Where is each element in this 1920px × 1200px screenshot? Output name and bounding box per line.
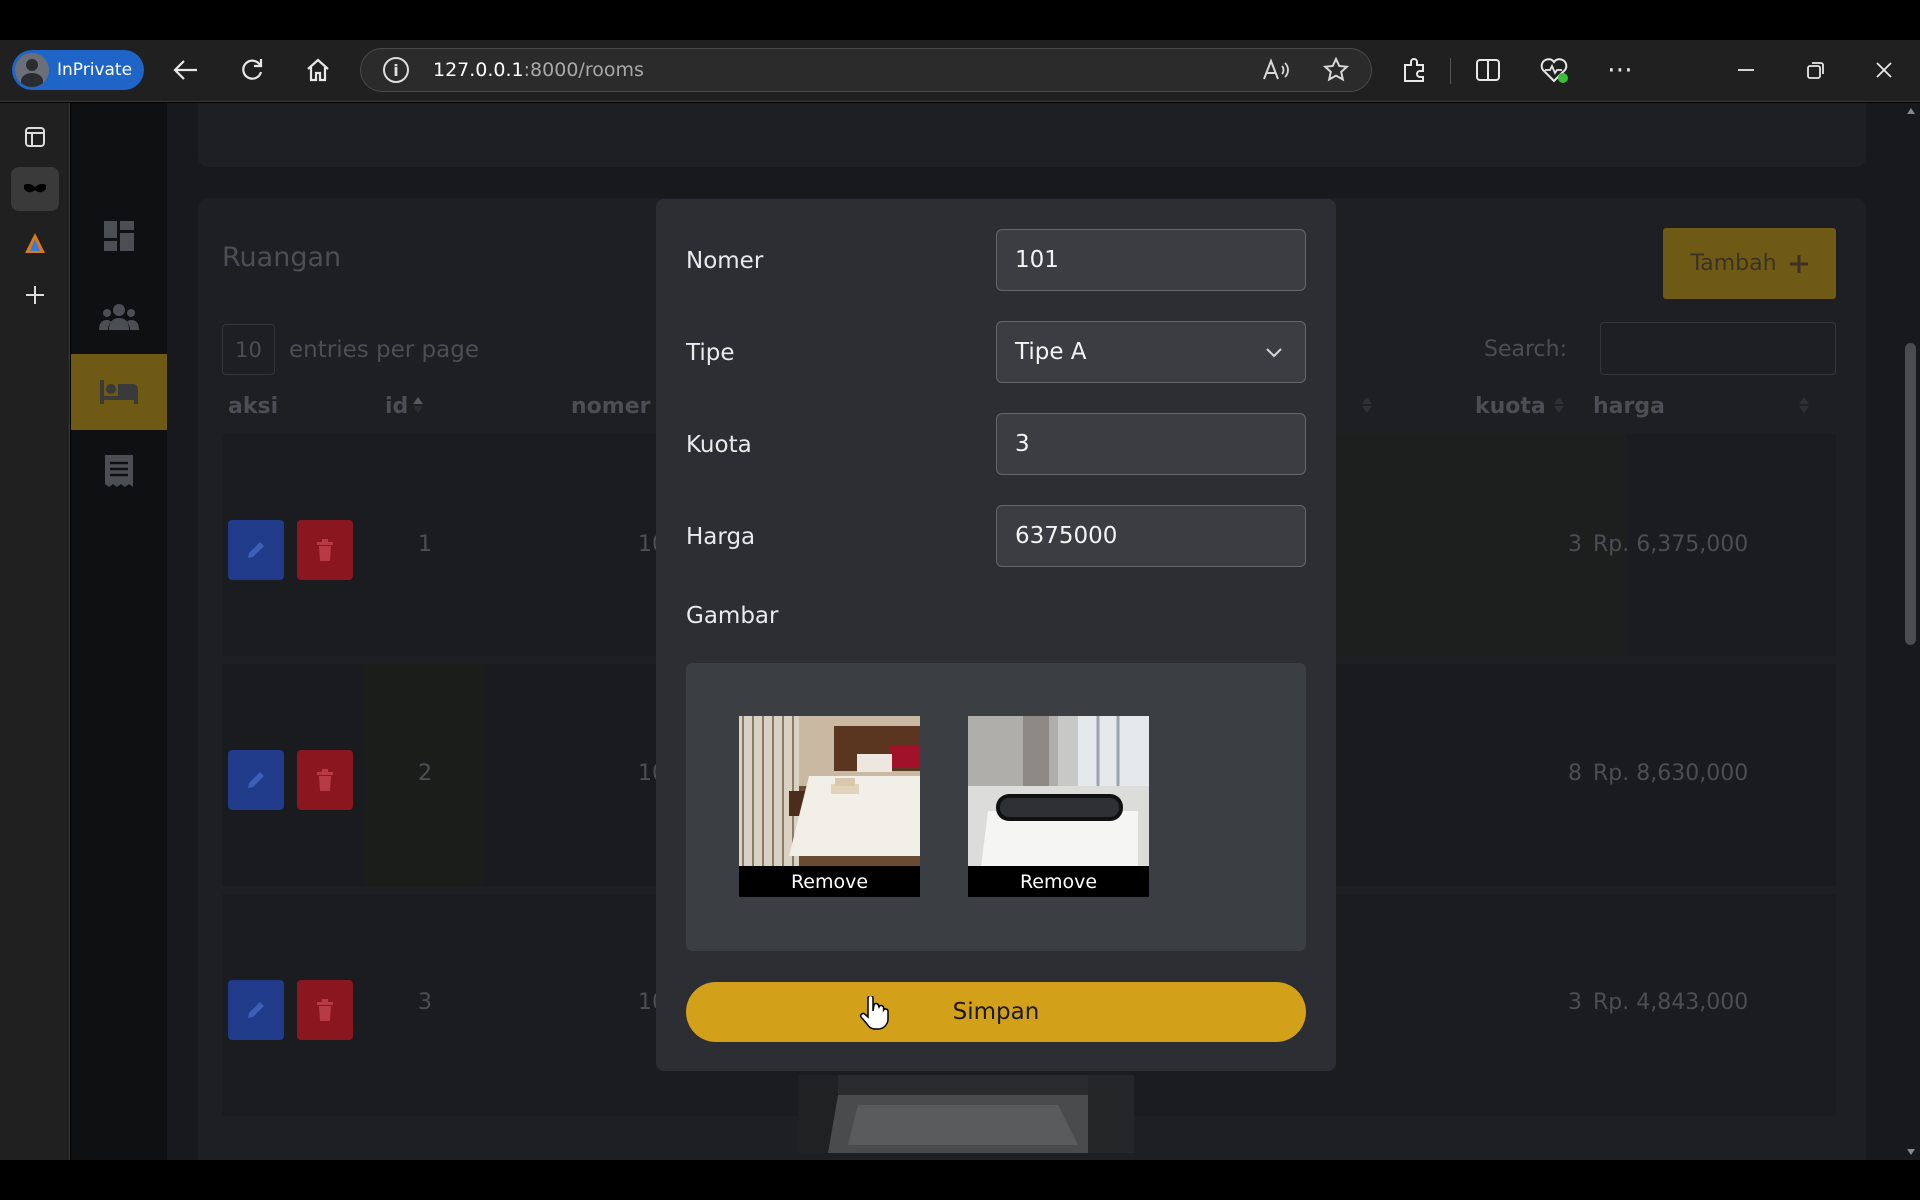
url-path: :8000/rooms <box>523 59 644 81</box>
trash-icon <box>317 769 333 791</box>
image-gallery: Remove Remove <box>686 663 1306 951</box>
window-top-strip <box>0 0 1920 40</box>
url-host: 127.0.0.1 <box>433 59 524 81</box>
add-button-label: Tambah <box>1690 251 1777 276</box>
profile-avatar-icon <box>15 53 49 87</box>
column-header-id[interactable]: id <box>385 394 408 419</box>
home-icon[interactable] <box>300 52 336 88</box>
row-kuota: 3 <box>1568 990 1582 1015</box>
kuota-input[interactable]: 3 <box>996 413 1306 475</box>
column-header-nomer[interactable]: nomer <box>571 394 650 419</box>
sort-icon <box>1553 396 1565 418</box>
sort-asc-icon <box>412 396 424 418</box>
row-id: 3 <box>418 990 432 1015</box>
row-harga: Rp. 4,843,000 <box>1593 990 1749 1015</box>
favorite-star-icon[interactable] <box>1318 52 1354 88</box>
entries-per-page-select[interactable]: 10 <box>222 324 275 375</box>
bed-icon <box>100 380 138 404</box>
browser-essentials-icon[interactable] <box>1536 52 1572 88</box>
pencil-icon <box>248 542 264 558</box>
app-sidebar <box>71 103 167 1160</box>
row-id: 2 <box>418 761 432 786</box>
tab-app-logo-icon[interactable] <box>11 221 59 265</box>
plus-icon <box>1789 254 1808 273</box>
remove-image-button[interactable]: Remove <box>739 866 920 897</box>
room-photo <box>798 1075 1134 1153</box>
trash-icon <box>317 539 333 561</box>
scrollbar-thumb[interactable] <box>1905 343 1916 645</box>
page-title: Ruangan <box>222 242 342 273</box>
split-screen-icon[interactable] <box>1470 52 1506 88</box>
room-image-thumbnail: Remove <box>968 716 1149 897</box>
edge-sidebar <box>0 103 70 1160</box>
gambar-label: Gambar <box>686 603 779 629</box>
sort-icon <box>1361 396 1373 418</box>
edit-button[interactable] <box>228 750 284 810</box>
edit-button[interactable] <box>228 980 284 1040</box>
site-info-icon[interactable]: i <box>383 57 409 83</box>
delete-button[interactable] <box>297 750 353 810</box>
trash-icon <box>317 999 333 1021</box>
search-input[interactable] <box>1600 322 1836 375</box>
harga-input[interactable]: 6375000 <box>996 505 1306 567</box>
address-bar[interactable]: i 127.0.0.1:8000/rooms <box>360 48 1372 92</box>
column-header-aksi[interactable]: aksi <box>228 394 278 419</box>
nav-rooms[interactable] <box>71 354 167 430</box>
tab-actions-icon[interactable] <box>11 115 59 159</box>
tipe-select[interactable]: Tipe A <box>996 321 1306 383</box>
nav-bookings[interactable] <box>71 433 167 509</box>
receipt-icon <box>105 455 133 487</box>
row-id: 1 <box>418 532 432 557</box>
harga-label: Harga <box>686 524 756 550</box>
delete-button[interactable] <box>297 520 353 580</box>
tab-mask-icon[interactable] <box>11 167 59 211</box>
edit-button[interactable] <box>228 520 284 580</box>
tipe-label: Tipe <box>686 340 735 366</box>
nomer-input[interactable]: 101 <box>996 229 1306 291</box>
nomer-label: Nomer <box>686 248 764 274</box>
top-card <box>198 103 1866 167</box>
search-label: Search: <box>1484 337 1567 362</box>
extensions-icon[interactable] <box>1396 52 1432 88</box>
minimize-icon[interactable] <box>1728 52 1764 88</box>
entries-label: entries per page <box>289 337 479 363</box>
row-kuota: 3 <box>1568 532 1582 557</box>
scroll-up-arrow-icon[interactable] <box>1906 107 1916 115</box>
kuota-label: Kuota <box>686 432 752 458</box>
more-options-icon[interactable]: ⋯ <box>1602 52 1638 88</box>
row-harga: Rp. 8,630,000 <box>1593 761 1749 786</box>
restore-icon[interactable] <box>1798 52 1834 88</box>
refresh-icon[interactable] <box>234 52 270 88</box>
remove-image-button[interactable]: Remove <box>968 866 1149 897</box>
new-tab-plus-icon[interactable] <box>11 273 59 317</box>
nav-users[interactable] <box>71 279 167 355</box>
tipe-selected-value: Tipe A <box>1015 339 1087 365</box>
page-scrollbar[interactable] <box>1901 103 1920 1160</box>
delete-button[interactable] <box>297 980 353 1040</box>
row-harga: Rp. 6,375,000 <box>1593 532 1749 557</box>
pencil-icon <box>248 772 264 788</box>
save-button[interactable]: Simpan <box>686 982 1306 1042</box>
column-header-kuota[interactable]: kuota <box>1475 394 1546 419</box>
back-arrow-icon[interactable] <box>168 52 204 88</box>
room-image-thumbnail: Remove <box>739 716 920 897</box>
dashboard-icon <box>104 221 134 251</box>
window-bottom-strip <box>0 1160 1920 1200</box>
read-aloud-icon[interactable] <box>1258 52 1294 88</box>
close-window-icon[interactable] <box>1866 52 1902 88</box>
pencil-icon <box>248 1002 264 1018</box>
edit-room-modal: Nomer 101 Tipe Tipe A Kuota 3 Harga 6375… <box>656 199 1336 1071</box>
users-icon <box>99 304 139 330</box>
chevron-down-icon <box>1266 348 1282 358</box>
nav-dashboard[interactable] <box>71 198 167 274</box>
toolbar-divider <box>1450 58 1451 84</box>
hand-cursor-icon <box>859 994 889 1036</box>
inprivate-badge[interactable]: InPrivate <box>12 50 144 90</box>
inprivate-label: InPrivate <box>57 60 133 80</box>
row-kuota: 8 <box>1568 761 1582 786</box>
scroll-down-arrow-icon[interactable] <box>1906 1148 1916 1156</box>
add-room-button[interactable]: Tambah <box>1663 228 1836 299</box>
sort-icon <box>1798 396 1810 418</box>
column-header-harga[interactable]: harga <box>1593 394 1665 419</box>
